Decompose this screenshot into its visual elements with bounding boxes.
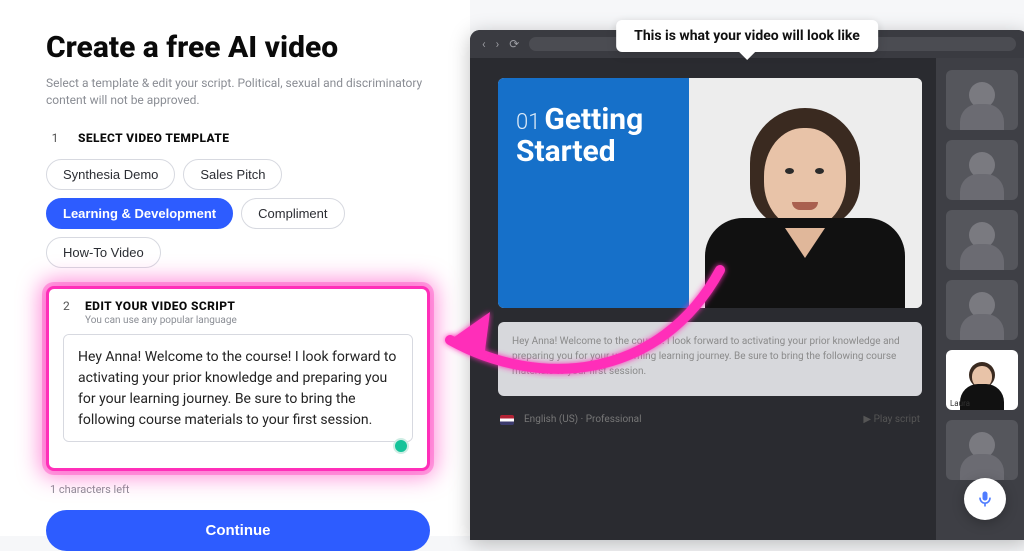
step-1-number: 1 (46, 131, 64, 145)
avatar-name: Laura (950, 399, 970, 408)
avatar-option[interactable] (946, 210, 1018, 270)
template-chip-compliment[interactable]: Compliment (241, 198, 344, 229)
forward-icon[interactable]: › (496, 37, 500, 51)
page-subtitle: Select a template & edit your script. Po… (46, 75, 430, 109)
step-2-number: 2 (63, 299, 73, 313)
preview-panel: This is what your video will look like ‹… (470, 0, 1024, 536)
presenter-area (689, 78, 922, 308)
language-label[interactable]: English (US) · Professional (524, 414, 642, 425)
video-preview-stage[interactable]: 01 Getting Started (498, 78, 922, 308)
slide-panel: 01 Getting Started (498, 78, 689, 308)
reload-icon[interactable]: ⟳ (509, 37, 519, 51)
template-chip-learning-development[interactable]: Learning & Development (46, 198, 233, 229)
continue-button[interactable]: Continue (46, 510, 430, 551)
template-chip-synthesia-demo[interactable]: Synthesia Demo (46, 159, 175, 190)
template-chip-sales-pitch[interactable]: Sales Pitch (183, 159, 282, 190)
step-2-script-box: 2 EDIT YOUR VIDEO SCRIPT You can use any… (46, 286, 430, 471)
step-2-hint: You can use any popular language (85, 315, 237, 326)
presenter-avatar (705, 98, 905, 308)
language-row: English (US) · Professional ▶ Play scrip… (498, 410, 922, 425)
avatar-option-selected[interactable]: Laura (946, 350, 1018, 410)
script-textarea[interactable] (63, 334, 413, 442)
avatar-picker: Laura (936, 58, 1024, 540)
avatar-option[interactable] (946, 70, 1018, 130)
voice-input-button[interactable] (964, 478, 1006, 520)
back-icon[interactable]: ‹ (482, 37, 486, 51)
play-script-button[interactable]: ▶ Play script (863, 414, 920, 425)
slide-number: 01 (516, 110, 540, 135)
step-2-label: EDIT YOUR VIDEO SCRIPT (85, 299, 237, 313)
avatar-option[interactable] (946, 140, 1018, 200)
microphone-icon (975, 489, 995, 509)
grammarly-icon[interactable] (393, 438, 409, 454)
page-title: Create a free AI video (46, 30, 430, 65)
preview-tooltip: This is what your video will look like (616, 20, 878, 52)
step-1-header: 1 SELECT VIDEO TEMPLATE (46, 131, 430, 145)
step-1-label: SELECT VIDEO TEMPLATE (78, 131, 229, 145)
preview-browser-window: ‹ › ⟳ 01 Getting Started (470, 30, 1024, 540)
character-counter: 1 characters left (50, 483, 430, 496)
template-chip-how-to-video[interactable]: How-To Video (46, 237, 161, 268)
avatar-option[interactable] (946, 420, 1018, 480)
flag-us-icon (500, 415, 514, 425)
script-preview-box: Hey Anna! Welcome to the course! I look … (498, 322, 922, 396)
create-video-panel: Create a free AI video Select a template… (0, 0, 470, 536)
avatar-option[interactable] (946, 280, 1018, 340)
template-chips: Synthesia Demo Sales Pitch Learning & De… (46, 159, 430, 268)
